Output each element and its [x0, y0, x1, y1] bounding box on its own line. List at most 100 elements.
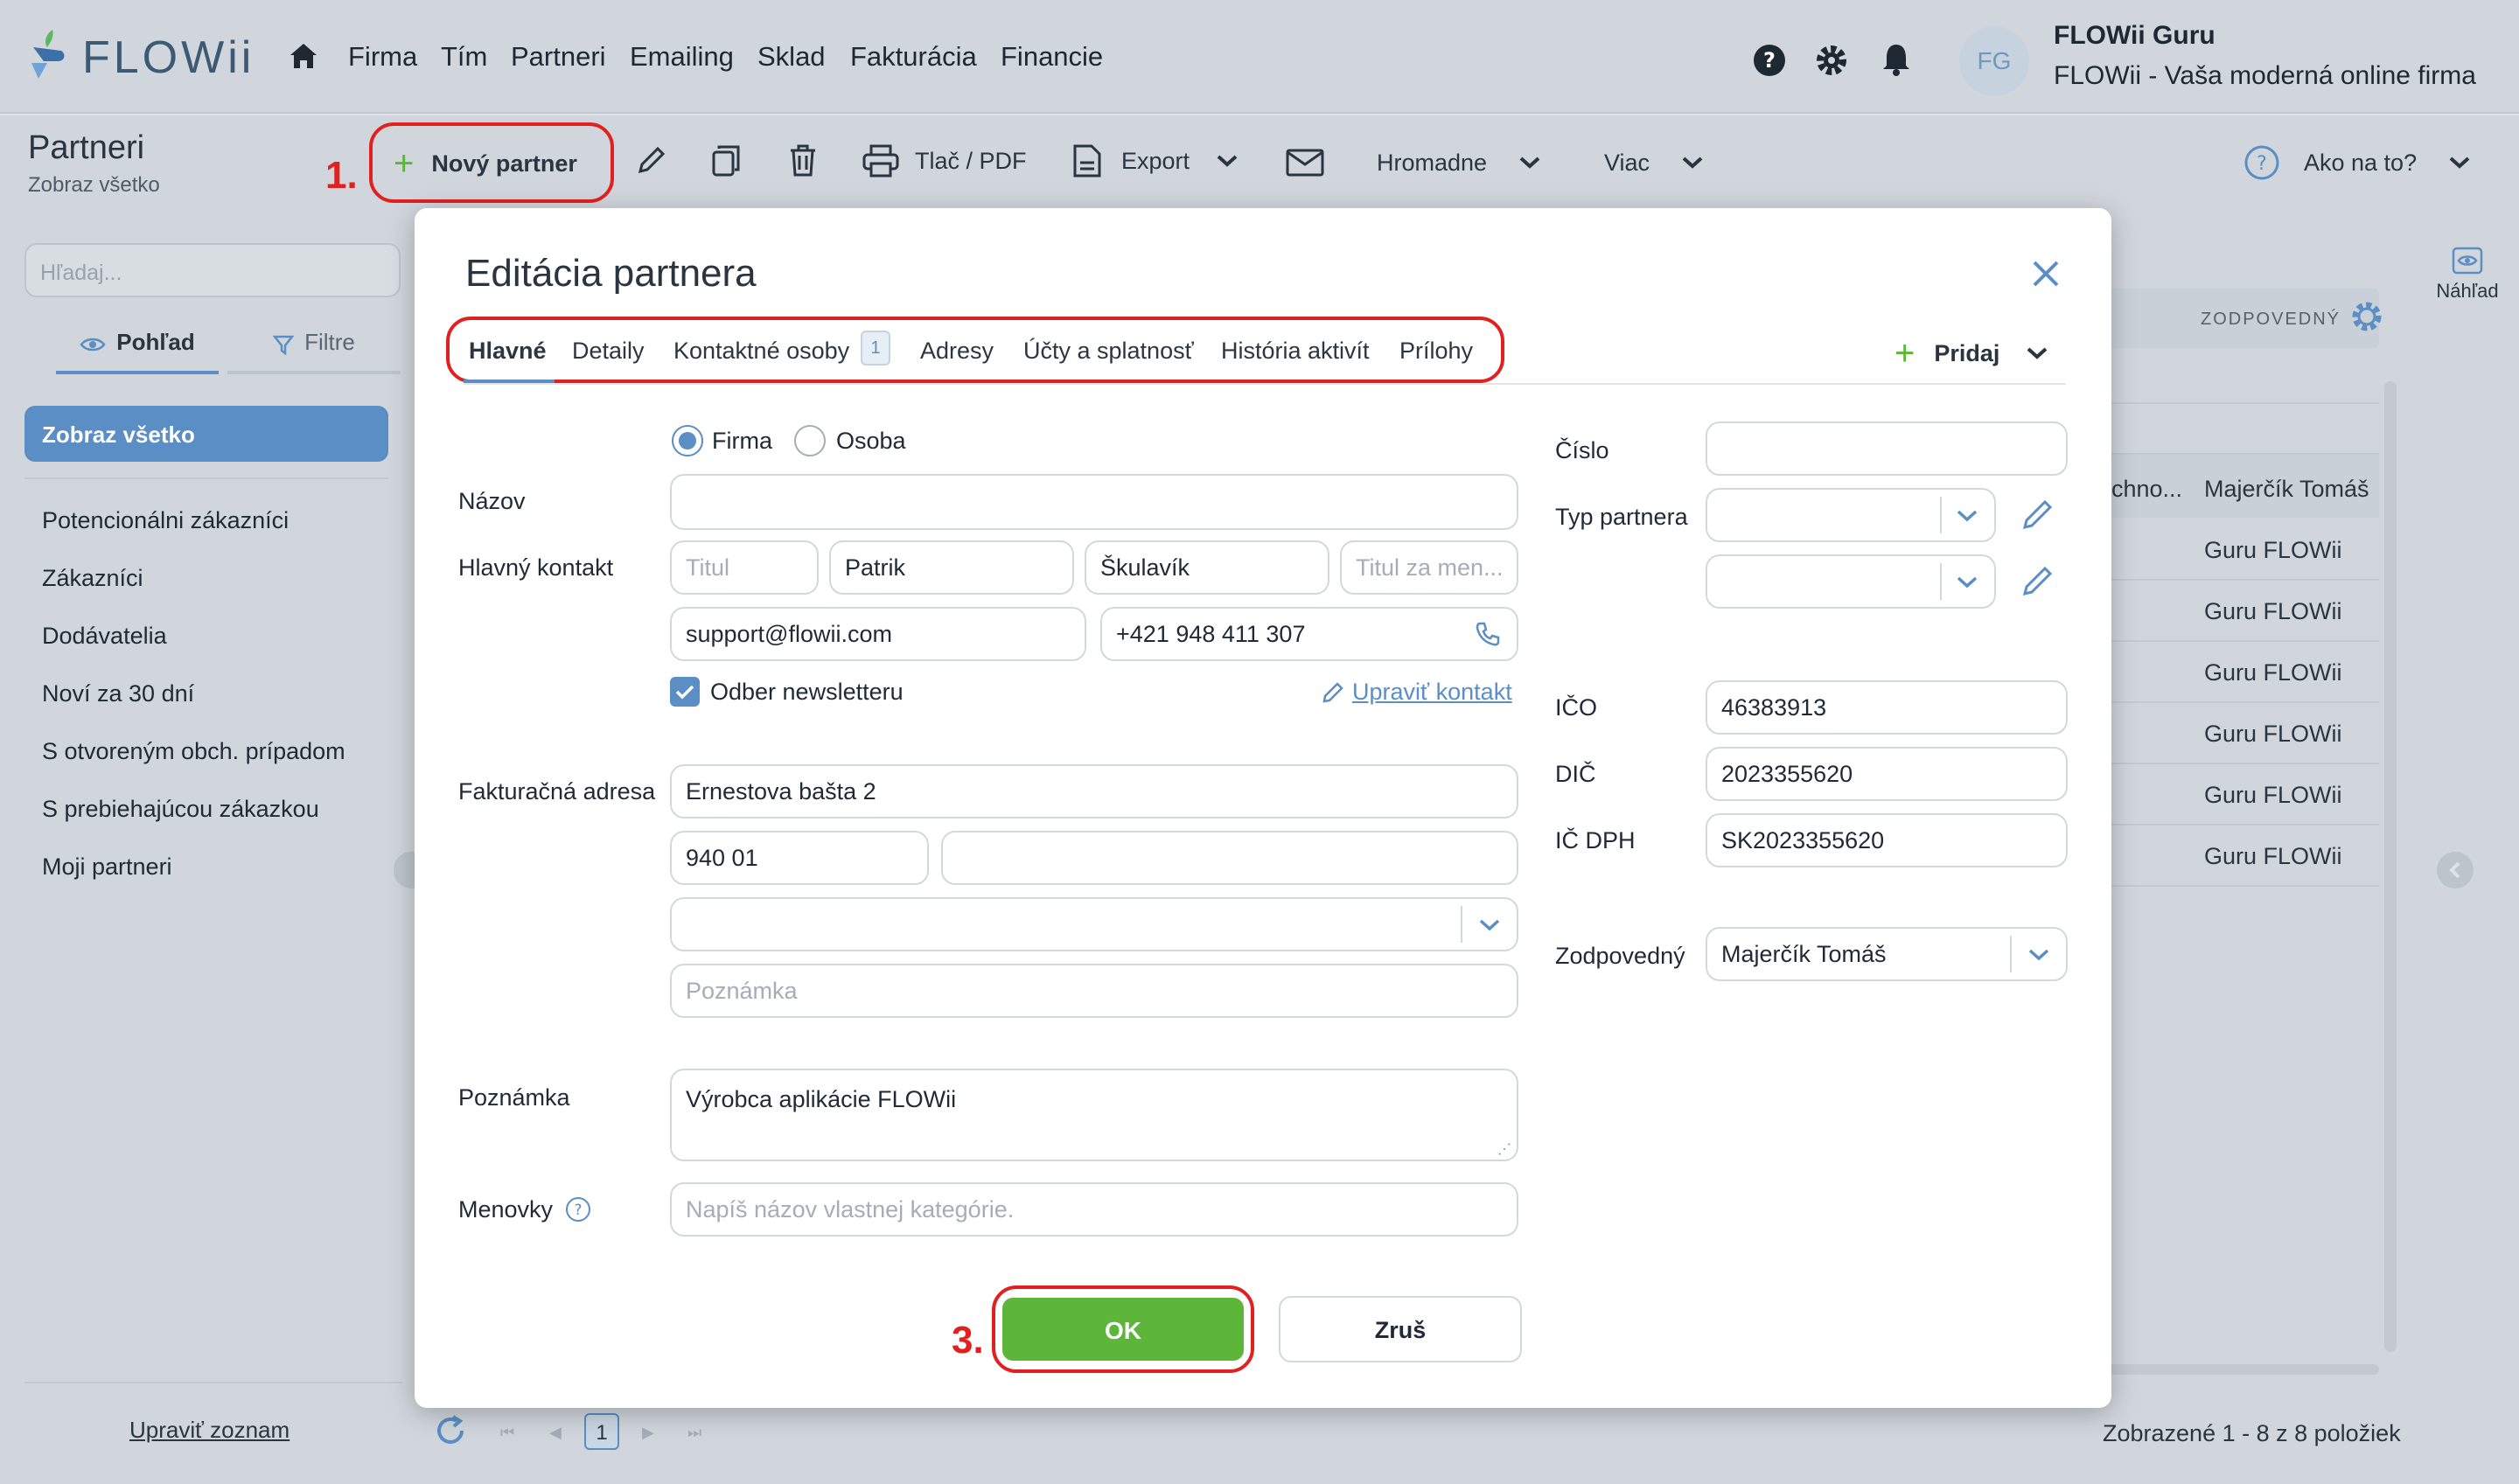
- add-dropdown[interactable]: + Pridaj: [1894, 334, 2048, 373]
- country-select[interactable]: [670, 897, 1518, 951]
- edit-pencil-icon[interactable]: [635, 145, 666, 181]
- last-name-input[interactable]: Škulavík: [1085, 540, 1329, 595]
- vertical-scrollbar[interactable]: [2384, 381, 2397, 1352]
- nav-sklad[interactable]: Sklad: [757, 41, 826, 73]
- number-input[interactable]: [1706, 422, 2068, 476]
- ok-button[interactable]: OK: [1002, 1298, 1244, 1361]
- ico-input[interactable]: 46383913: [1706, 680, 2068, 735]
- dic-input[interactable]: 2023355620: [1706, 747, 2068, 801]
- home-icon[interactable]: [289, 42, 318, 74]
- next-page-icon[interactable]: ▶: [642, 1424, 654, 1442]
- col-responsible-header[interactable]: ZODPOVEDNÝ: [2201, 310, 2341, 330]
- radio-person[interactable]: Osoba: [794, 425, 906, 456]
- grid-scroll-left-icon[interactable]: [2437, 852, 2474, 888]
- settings-gear-icon[interactable]: [1814, 43, 1849, 82]
- export-button[interactable]: Export: [1072, 143, 1239, 178]
- print-pdf-button[interactable]: Tlač / PDF: [862, 143, 1027, 178]
- nav-financie[interactable]: Financie: [1001, 41, 1103, 73]
- resize-handle-icon[interactable]: ⋰: [1497, 1140, 1511, 1158]
- tab-details[interactable]: Detaily: [572, 338, 645, 365]
- city-input[interactable]: [941, 831, 1518, 885]
- sidebar-item-customers[interactable]: Zákazníci: [42, 565, 143, 592]
- name-input[interactable]: [670, 474, 1518, 530]
- select-divider: [1940, 497, 1942, 533]
- new-partner-button[interactable]: + Nový partner: [385, 140, 600, 187]
- partner-type-select-2[interactable]: [1706, 554, 1996, 609]
- chevron-down-icon: [1519, 157, 1540, 169]
- edit-type-pencil-icon[interactable]: [2020, 563, 2055, 603]
- email-envelope-icon[interactable]: [1286, 149, 1324, 181]
- how-to-dropdown[interactable]: ? Ako na to?: [2244, 145, 2471, 180]
- prev-page-icon[interactable]: ◀: [549, 1424, 562, 1442]
- sidebar-search-input[interactable]: Hľadaj...: [24, 243, 401, 297]
- first-name-input[interactable]: Patrik: [829, 540, 1074, 595]
- nav-emailing[interactable]: Emailing: [630, 41, 734, 73]
- nav-fakturacia[interactable]: Fakturácia: [850, 41, 977, 73]
- tab-accounts[interactable]: Účty a splatnosť: [1023, 338, 1194, 365]
- address-note-input[interactable]: Poznámka: [670, 964, 1518, 1018]
- current-page[interactable]: 1: [584, 1413, 619, 1450]
- close-icon[interactable]: [2031, 259, 2061, 293]
- chevron-down-icon[interactable]: [2027, 948, 2050, 966]
- refresh-icon[interactable]: [434, 1415, 467, 1453]
- chevron-down-icon[interactable]: [1956, 575, 1978, 594]
- cancel-button[interactable]: Zruš: [1279, 1296, 1522, 1362]
- newsletter-checkbox[interactable]: Odber newsletteru: [670, 677, 904, 707]
- page-title: Partneri: [28, 129, 145, 166]
- street-input[interactable]: Ernestova bašta 2: [670, 764, 1518, 819]
- tab-contacts[interactable]: Kontaktné osoby: [673, 338, 849, 365]
- preview-toggle[interactable]: Náhľad: [2428, 247, 2507, 308]
- first-page-icon[interactable]: ⏮: [500, 1424, 514, 1442]
- icdph-input[interactable]: SK2023355620: [1706, 813, 2068, 867]
- sidebar-item-my-partners[interactable]: Moji partneri: [42, 853, 172, 881]
- tab-addresses[interactable]: Adresy: [920, 338, 994, 365]
- last-page-icon[interactable]: ⏭: [687, 1424, 701, 1442]
- tab-attachments[interactable]: Prílohy: [1399, 338, 1473, 365]
- help-icon[interactable]: ?: [1753, 44, 1786, 81]
- sidebar-item-ongoing[interactable]: S prebiehajúcou zákazkou: [42, 796, 319, 823]
- label-ico: IČO: [1555, 694, 1598, 721]
- responsible-select[interactable]: Majerčík Tomáš: [1706, 927, 2068, 981]
- nav-firma[interactable]: Firma: [348, 41, 417, 73]
- grid-cell-responsible: Guru FLOWii: [2204, 843, 2342, 869]
- bulk-dropdown[interactable]: Hromadne: [1377, 147, 1541, 178]
- tab-history[interactable]: História aktivít: [1221, 338, 1370, 365]
- chevron-down-icon[interactable]: [1956, 509, 1978, 527]
- edit-contact-link[interactable]: Upraviť kontakt: [1321, 679, 1512, 706]
- phone-field[interactable]: +421 948 411 307: [1100, 607, 1518, 661]
- edit-type-pencil-icon[interactable]: [2020, 497, 2055, 536]
- title-after-input[interactable]: Titul za men...: [1340, 540, 1518, 595]
- notifications-bell-icon[interactable]: [1881, 42, 1912, 81]
- delete-trash-icon[interactable]: [789, 143, 817, 183]
- note-textarea[interactable]: Výrobca aplikácie FLOWii: [670, 1069, 1518, 1161]
- tab-view[interactable]: Pohľad: [56, 329, 219, 374]
- radio-company[interactable]: Firma: [672, 425, 772, 456]
- sidebar-item-active[interactable]: Zobraz všetko: [24, 406, 388, 462]
- sidebar-item-suppliers[interactable]: Dodávatelia: [42, 623, 167, 650]
- nav-partneri[interactable]: Partneri: [511, 41, 606, 73]
- tab-filters[interactable]: Filtre: [227, 329, 401, 374]
- horizontal-scrollbar[interactable]: [2082, 1364, 2379, 1375]
- copy-icon[interactable]: [710, 143, 742, 183]
- tabs-divider: [464, 383, 2066, 385]
- tags-input[interactable]: Napíš názov vlastnej kategórie.: [670, 1182, 1518, 1237]
- radio-checked-icon: [672, 425, 703, 456]
- partner-type-select-1[interactable]: [1706, 488, 1996, 542]
- tags-help-icon[interactable]: ?: [565, 1196, 591, 1227]
- chevron-down-icon[interactable]: [1478, 918, 1501, 937]
- sidebar-item-open-deal[interactable]: S otvoreným obch. prípadom: [42, 738, 345, 765]
- flowii-logo-icon[interactable]: [26, 28, 72, 82]
- label-main-contact: Hlavný kontakt: [458, 554, 614, 581]
- phone-icon[interactable]: [1475, 621, 1501, 651]
- sidebar-item-new-30[interactable]: Noví za 30 dní: [42, 680, 194, 707]
- edit-list-link[interactable]: Upraviť zoznam: [129, 1417, 290, 1444]
- tab-main[interactable]: Hlavné: [469, 338, 547, 365]
- email-field[interactable]: support@flowii.com: [670, 607, 1086, 661]
- title-before-input[interactable]: Titul: [670, 540, 819, 595]
- avatar[interactable]: FG: [1959, 26, 2029, 96]
- zip-input[interactable]: 940 01: [670, 831, 929, 885]
- column-settings-gear-icon[interactable]: [2349, 299, 2384, 338]
- more-dropdown[interactable]: Viac: [1604, 147, 1704, 178]
- nav-tim[interactable]: Tím: [441, 41, 487, 73]
- sidebar-item-potential[interactable]: Potencionálni zákazníci: [42, 507, 289, 534]
